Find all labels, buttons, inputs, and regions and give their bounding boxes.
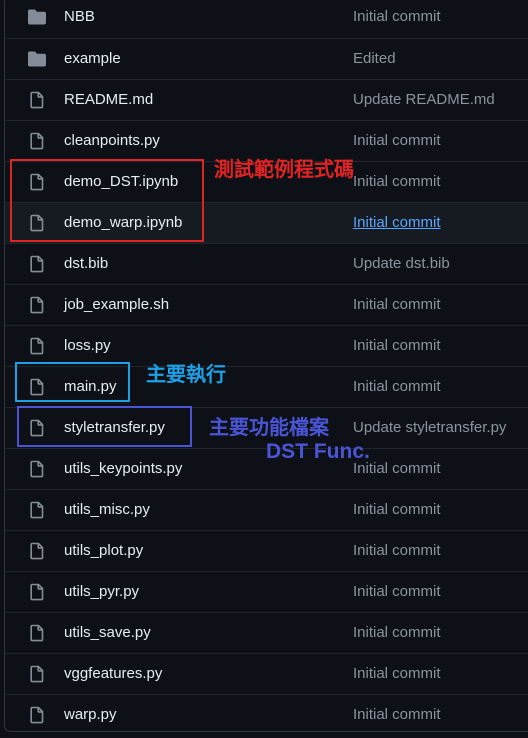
- file-icon: [27, 255, 47, 273]
- file-name-link[interactable]: utils_keypoints.py: [64, 460, 182, 477]
- file-row[interactable]: vggfeatures.py Initial commit: [5, 653, 528, 694]
- file-name-link[interactable]: example: [64, 50, 121, 67]
- file-name-link[interactable]: utils_pyr.py: [64, 583, 139, 600]
- file-icon: [27, 706, 47, 724]
- file-name-link[interactable]: cleanpoints.py: [64, 132, 160, 149]
- file-name-link[interactable]: warp.py: [64, 706, 117, 723]
- file-row[interactable]: README.md Update README.md: [5, 79, 528, 120]
- commit-message-link[interactable]: Update README.md: [353, 91, 495, 108]
- file-row[interactable]: NBB Initial commit: [5, 0, 528, 38]
- commit-message-link[interactable]: Initial commit: [353, 501, 441, 518]
- annotation-label-demo: 測試範例程式碼: [214, 159, 354, 181]
- commit-message-link[interactable]: Initial commit: [353, 583, 441, 600]
- commit-message-link[interactable]: Initial commit: [353, 624, 441, 641]
- file-row[interactable]: loss.py Initial commit: [5, 325, 528, 366]
- commit-message-link[interactable]: Initial commit: [353, 337, 441, 354]
- file-row[interactable]: job_example.sh Initial commit: [5, 284, 528, 325]
- folder-icon: [27, 8, 47, 26]
- file-row[interactable]: utils_pyr.py Initial commit: [5, 571, 528, 612]
- commit-message-link[interactable]: Initial commit: [353, 378, 441, 395]
- file-name-link[interactable]: loss.py: [64, 337, 111, 354]
- commit-message-link[interactable]: Initial commit: [353, 706, 441, 723]
- file-name-link[interactable]: vggfeatures.py: [64, 665, 162, 682]
- file-icon: [27, 501, 47, 519]
- commit-message-link[interactable]: Edited: [353, 50, 396, 67]
- commit-message-link[interactable]: Initial commit: [353, 665, 441, 682]
- file-row[interactable]: warp.py Initial commit: [5, 694, 528, 731]
- file-row[interactable]: utils_plot.py Initial commit: [5, 530, 528, 571]
- file-name-link[interactable]: NBB: [64, 8, 95, 25]
- file-name-link[interactable]: dst.bib: [64, 255, 108, 272]
- commit-message-link[interactable]: Initial commit: [353, 132, 441, 149]
- file-icon: [27, 665, 47, 683]
- file-name-link[interactable]: utils_plot.py: [64, 542, 143, 559]
- commit-message-link[interactable]: Update dst.bib: [353, 255, 450, 272]
- file-icon: [27, 337, 47, 355]
- file-row[interactable]: example Edited: [5, 38, 528, 79]
- file-icon: [27, 624, 47, 642]
- file-icon: [27, 542, 47, 560]
- annotation-sublabel-styletransfer: DST Func.: [266, 440, 370, 463]
- file-icon: [27, 91, 47, 109]
- file-icon: [27, 460, 47, 478]
- file-row[interactable]: utils_misc.py Initial commit: [5, 489, 528, 530]
- file-row[interactable]: dst.bib Update dst.bib: [5, 243, 528, 284]
- commit-message-link[interactable]: Initial commit: [353, 214, 441, 231]
- file-icon: [27, 132, 47, 150]
- commit-message-link[interactable]: Initial commit: [353, 8, 441, 25]
- annotation-box-main: [15, 362, 130, 402]
- annotation-label-styletransfer: 主要功能檔案: [209, 417, 329, 439]
- commit-message-link[interactable]: Initial commit: [353, 542, 441, 559]
- folder-icon: [27, 50, 47, 68]
- file-name-link[interactable]: job_example.sh: [64, 296, 169, 313]
- annotation-box-demo: [10, 159, 204, 242]
- file-name-link[interactable]: utils_save.py: [64, 624, 151, 641]
- file-row[interactable]: utils_save.py Initial commit: [5, 612, 528, 653]
- file-name-link[interactable]: README.md: [64, 91, 153, 108]
- file-icon: [27, 583, 47, 601]
- commit-message-link[interactable]: Update styletransfer.py: [353, 419, 506, 436]
- file-icon: [27, 296, 47, 314]
- file-name-link[interactable]: utils_misc.py: [64, 501, 150, 518]
- annotation-box-styletransfer: [17, 406, 192, 447]
- commit-message-link[interactable]: Initial commit: [353, 173, 441, 190]
- annotation-label-main: 主要執行: [146, 364, 226, 386]
- commit-message-link[interactable]: Initial commit: [353, 296, 441, 313]
